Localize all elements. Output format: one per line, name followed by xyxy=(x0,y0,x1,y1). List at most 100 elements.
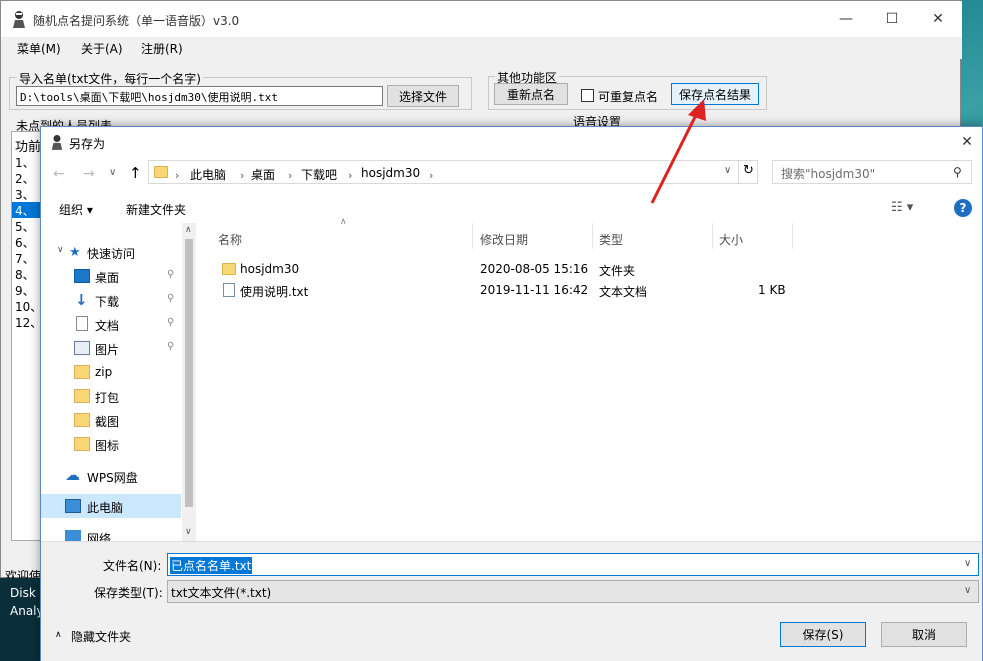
download-icon: ↓ xyxy=(75,291,88,309)
annotation-arrow-head xyxy=(688,99,706,121)
column-header-size[interactable]: 大小 xyxy=(719,231,743,248)
address-dropdown-icon[interactable]: ∨ xyxy=(724,165,731,176)
back-arrow-icon[interactable]: ← xyxy=(53,166,65,182)
file-size: 1 KB xyxy=(758,283,786,297)
organize-button[interactable]: 组织 ▾ xyxy=(59,201,93,218)
column-divider[interactable] xyxy=(472,223,473,249)
sidebar-scrollbar[interactable]: ∧ ∨ xyxy=(182,223,196,543)
annotation-arrow-line xyxy=(650,110,700,204)
menu-item-menu[interactable]: 菜单(M) xyxy=(17,40,61,57)
filetype-value: txt文本文件(*.txt) xyxy=(171,586,272,600)
list-item: 7、 xyxy=(15,252,35,266)
breadcrumb-hosjdm30[interactable]: hosjdm30 xyxy=(361,166,420,180)
sidebar-item-this-pc[interactable]: 此电脑 xyxy=(41,494,181,518)
refresh-icon[interactable]: ↻ xyxy=(738,160,758,184)
cloud-icon: ☁ xyxy=(65,466,80,484)
search-icon: ⚲ xyxy=(953,165,962,179)
column-header-type[interactable]: 类型 xyxy=(599,231,623,248)
new-folder-button[interactable]: 新建文件夹 xyxy=(126,201,186,218)
view-options-icon[interactable]: ☷ ▾ xyxy=(891,200,913,215)
folder-icon xyxy=(154,166,168,178)
scrollbar-thumb[interactable] xyxy=(185,239,193,507)
sidebar-item-package[interactable]: 打包 xyxy=(41,384,181,408)
sidebar-item-desktop[interactable]: 桌面 ⚲ xyxy=(41,264,181,288)
menu-bar: 菜单(M) 关于(A) 注册(R) xyxy=(1,37,962,59)
file-date: 2020-08-05 15:16 xyxy=(480,262,589,276)
reset-call-button[interactable]: 重新点名 xyxy=(494,83,568,105)
console-text: Disk xyxy=(10,586,36,600)
up-arrow-icon[interactable]: ↑ xyxy=(129,164,142,182)
chevron-down-icon[interactable]: ∨ xyxy=(964,558,971,569)
list-item-selected: 4、 xyxy=(12,202,42,218)
help-icon[interactable]: ? xyxy=(954,199,972,217)
file-name: 使用说明.txt xyxy=(240,285,309,299)
file-type: 文件夹 xyxy=(599,264,636,278)
filetype-select[interactable]: txt文本文件(*.txt) ∨ xyxy=(167,580,979,603)
column-divider[interactable] xyxy=(792,223,793,249)
list-item: 1、 xyxy=(15,156,35,170)
uncalled-list[interactable]: 功前 1、 2、 3、 4、 5、 6、 7、 8、 9、 10、 12、 xyxy=(11,131,43,541)
app-icon xyxy=(51,135,63,150)
text-file-icon xyxy=(223,283,235,297)
navigation-pane: ∨ ★ 快速访问 桌面 ⚲ ↓ 下载 ⚲ 文档 ⚲ 图片 ⚲ zip 打包 截图… xyxy=(41,223,196,543)
save-button[interactable]: 保存(S) xyxy=(780,622,866,647)
forward-arrow-icon[interactable]: → xyxy=(83,166,95,182)
import-path-input[interactable]: D:\tools\桌面\下载吧\hosjdm30\使用说明.txt xyxy=(16,86,383,106)
chevron-right-icon: › xyxy=(288,169,293,182)
pin-icon: ⚲ xyxy=(167,293,175,304)
star-icon: ★ xyxy=(69,245,81,260)
sidebar-item-icons[interactable]: 图标 xyxy=(41,432,181,456)
chevron-up-icon[interactable]: ∧ xyxy=(55,630,62,640)
console-text: Analy xyxy=(10,604,44,618)
sidebar-item-network[interactable]: 网络 xyxy=(41,524,181,542)
list-item: 功前 xyxy=(15,140,42,155)
sidebar-item-documents[interactable]: 文档 ⚲ xyxy=(41,312,181,336)
maximize-button[interactable]: ☐ xyxy=(869,1,915,37)
document-icon xyxy=(76,316,88,331)
file-row[interactable]: 使用说明.txt 2019-11-11 16:42 文本文档 1 KB xyxy=(198,280,798,300)
file-row[interactable]: hosjdm30 2020-08-05 15:16 文件夹 xyxy=(198,259,798,279)
cancel-button[interactable]: 取消 xyxy=(881,622,967,647)
dialog-title-bar: 另存为 ✕ xyxy=(41,127,982,158)
column-divider[interactable] xyxy=(712,223,713,249)
pictures-icon xyxy=(74,341,90,355)
dialog-close-button[interactable]: ✕ xyxy=(951,124,983,160)
column-header-name[interactable]: 名称 xyxy=(218,231,242,248)
sidebar-item-downloads[interactable]: ↓ 下载 ⚲ xyxy=(41,288,181,312)
search-input[interactable]: 搜索"hosjdm30" xyxy=(772,160,972,184)
breadcrumb-desktop[interactable]: 桌面 xyxy=(251,166,275,183)
menu-item-about[interactable]: 关于(A) xyxy=(81,40,123,57)
sidebar-item-screenshots[interactable]: 截图 xyxy=(41,408,181,432)
folder-icon xyxy=(74,437,90,451)
menu-item-register[interactable]: 注册(R) xyxy=(141,40,183,57)
filename-input[interactable]: 已点名名单.txt ∨ xyxy=(167,553,979,576)
file-name: hosjdm30 xyxy=(240,262,300,276)
pin-icon: ⚲ xyxy=(167,341,175,352)
recent-dropdown-icon[interactable]: ∨ xyxy=(109,167,116,178)
list-item: 6、 xyxy=(15,236,35,250)
hide-folders-toggle[interactable]: 隐藏文件夹 xyxy=(71,628,131,645)
sidebar-item-quick-access[interactable]: ∨ ★ 快速访问 xyxy=(41,240,181,264)
main-title-bar: 随机点名提问系统（单一语音版）v3.0 — ☐ ✕ xyxy=(1,1,962,37)
breadcrumb-downloads[interactable]: 下载吧 xyxy=(301,166,337,183)
sidebar-item-zip[interactable]: zip xyxy=(41,360,181,384)
filename-value: 已点名名单.txt xyxy=(170,557,253,574)
list-item: 8、 xyxy=(15,268,35,282)
minimize-button[interactable]: — xyxy=(823,1,869,37)
pin-icon: ⚲ xyxy=(167,269,175,280)
dialog-toolbar: 组织 ▾ 新建文件夹 ☷ ▾ ? xyxy=(41,195,982,223)
file-type: 文本文档 xyxy=(599,285,648,299)
sidebar-item-pictures[interactable]: 图片 ⚲ xyxy=(41,336,181,360)
file-date: 2019-11-11 16:42 xyxy=(480,283,589,297)
choose-file-button[interactable]: 选择文件 xyxy=(387,85,459,107)
console-strip: Disk Analy xyxy=(0,578,44,661)
chevron-down-icon[interactable]: ∨ xyxy=(964,585,971,596)
breadcrumb-this-pc[interactable]: 此电脑 xyxy=(190,166,226,183)
list-item: 12、 xyxy=(15,316,43,330)
chevron-right-icon: › xyxy=(429,169,434,182)
close-button[interactable]: ✕ xyxy=(915,1,961,37)
sidebar-item-wps[interactable]: ☁ WPS网盘 xyxy=(41,464,181,488)
column-divider[interactable] xyxy=(592,223,593,249)
column-header-date[interactable]: 修改日期 xyxy=(480,231,528,248)
repeat-call-checkbox[interactable] xyxy=(581,89,594,102)
